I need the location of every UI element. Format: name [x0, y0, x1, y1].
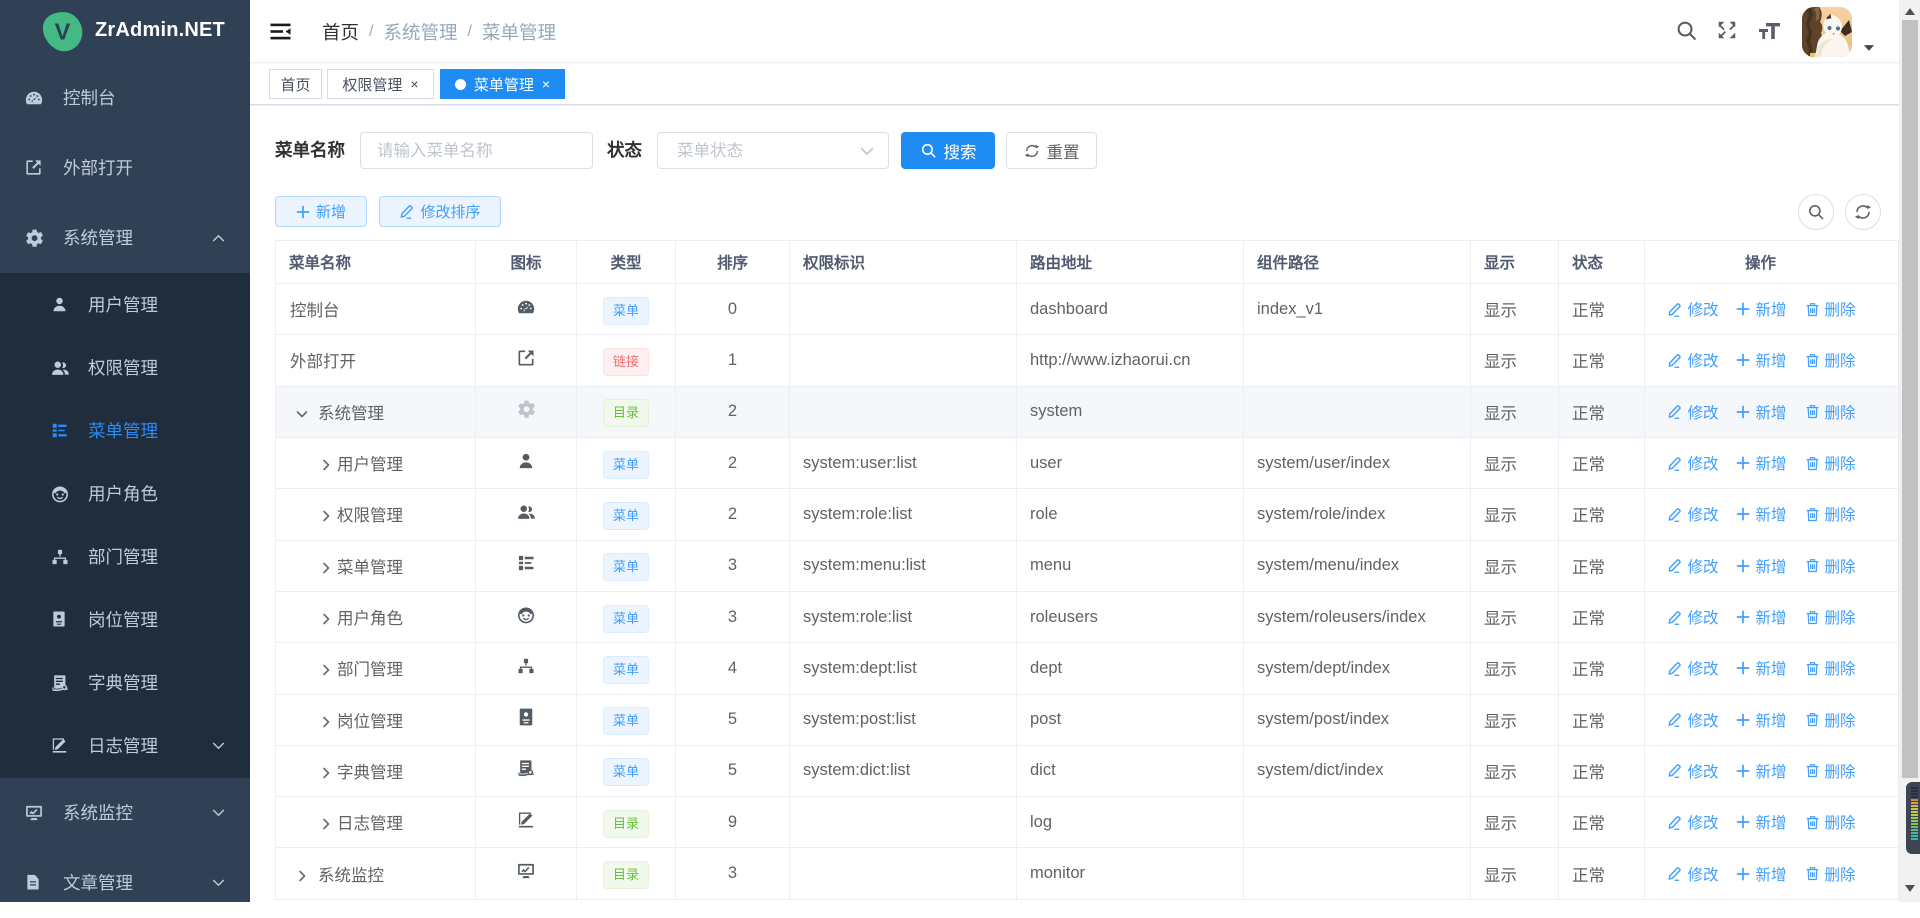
svg-text:V: V — [55, 19, 71, 45]
